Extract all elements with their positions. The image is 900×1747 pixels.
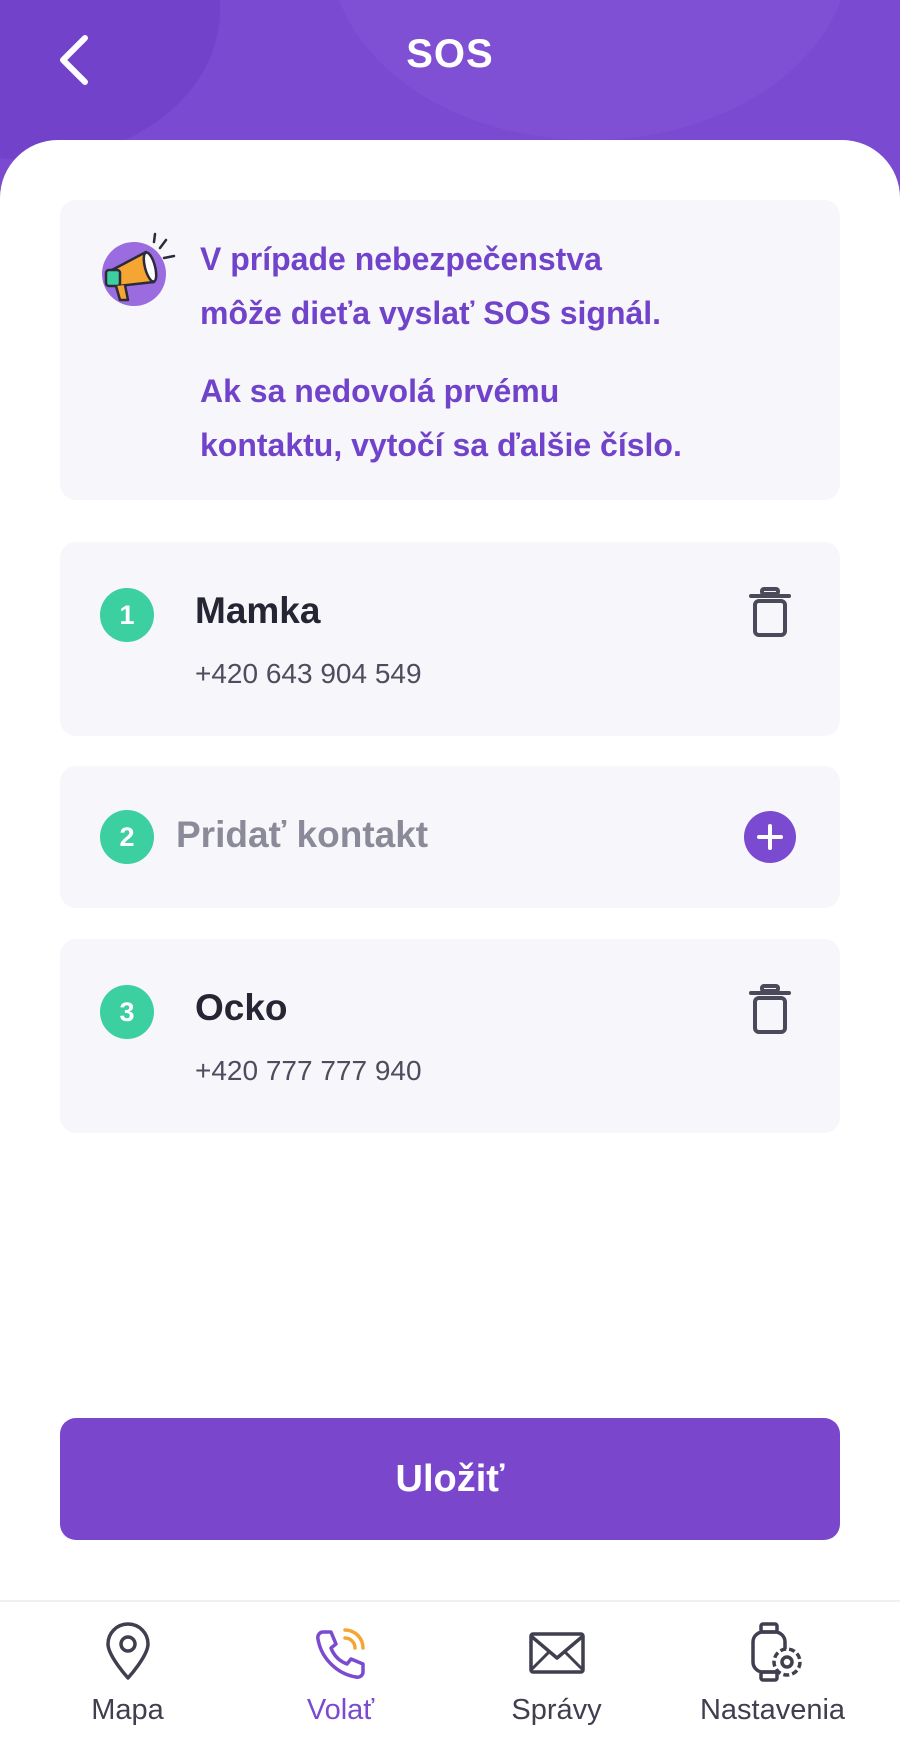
nav-item-messages[interactable]: Správy: [444, 1602, 669, 1747]
nav-item-settings[interactable]: Nastavenia: [660, 1602, 885, 1747]
page-title: SOS: [406, 32, 494, 76]
contact-phone: +420 777 777 940: [195, 1055, 422, 1086]
nav-label: Mapa: [91, 1694, 164, 1726]
add-contact-label[interactable]: Pridať kontakt: [176, 814, 428, 856]
save-button[interactable]: Uložiť: [60, 1418, 840, 1540]
phone-call-icon: [315, 1628, 365, 1679]
info-line: kontaktu, vytočí sa ďalšie číslo.: [200, 427, 682, 463]
info-card: V prípade nebezpečenstva môže dieťa vysla…: [60, 200, 840, 500]
header-decoration: [0, 0, 220, 160]
map-pin-icon: [105, 1622, 150, 1680]
nav-label: Volať: [306, 1694, 375, 1726]
bottom-nav: Mapa Volať Správy Nastavenia: [0, 1600, 900, 1747]
contact-number-badge: 1: [100, 588, 154, 642]
contact-card-3[interactable]: 3 Ocko +420 777 777 940: [60, 939, 840, 1133]
contact-number-badge: 3: [100, 985, 154, 1039]
nav-label: Správy: [511, 1694, 602, 1726]
info-line: môže dieťa vyslať SOS signál.: [200, 295, 662, 331]
trash-icon[interactable]: [748, 586, 792, 638]
contact-card-2[interactable]: 2 Pridať kontakt: [60, 766, 840, 908]
contact-number-badge: 2: [100, 810, 154, 864]
plus-icon: [757, 824, 783, 850]
nav-label: Nastavenia: [699, 1694, 846, 1726]
nav-item-map[interactable]: Mapa: [15, 1602, 240, 1747]
contact-card-1[interactable]: 1 Mamka +420 643 904 549: [60, 542, 840, 736]
trash-icon[interactable]: [748, 983, 792, 1035]
envelope-icon: [528, 1632, 585, 1674]
nav-item-call[interactable]: Volať: [228, 1602, 453, 1747]
megaphone-icon: [102, 232, 176, 306]
watch-settings-icon: [750, 1622, 802, 1682]
info-line: V prípade nebezpečenstva: [200, 241, 602, 277]
contact-phone: +420 643 904 549: [195, 658, 422, 689]
info-text: V prípade nebezpečenstva môže dieťa vysla…: [200, 232, 820, 496]
info-line: Ak sa nedovolá prvému: [200, 373, 560, 409]
contact-name: Ocko: [195, 987, 288, 1028]
contact-name: Mamka: [195, 590, 321, 631]
add-contact-button[interactable]: [744, 811, 796, 863]
